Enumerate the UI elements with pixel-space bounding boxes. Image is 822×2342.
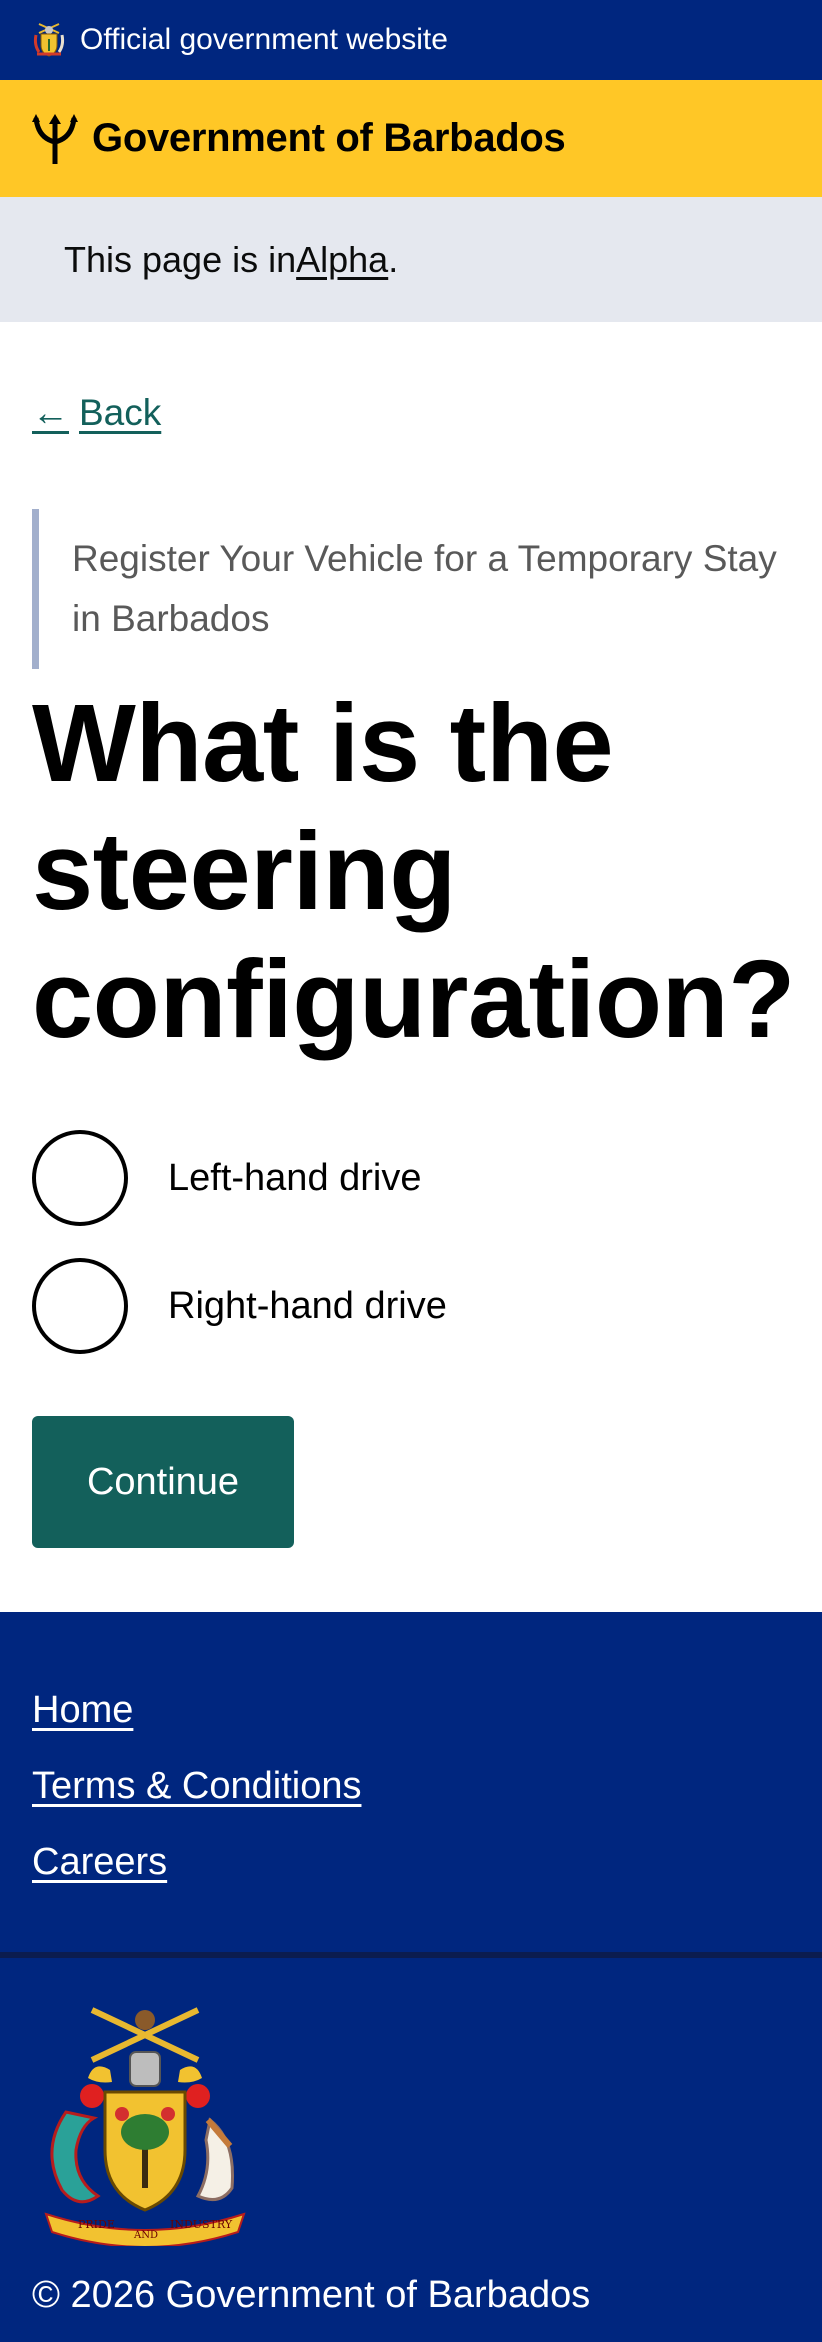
footer-divider [0,1952,822,1958]
trident-icon [32,113,78,164]
continue-button[interactable]: Continue [32,1416,294,1548]
motto-and: AND [133,2230,158,2241]
barbados-crest-icon [33,23,65,57]
radio-button-left-hand-drive[interactable] [32,1130,128,1226]
phase-banner: This page is in Alpha. [0,197,822,322]
footer-nav: Home Terms & Conditions Careers [32,1672,361,1900]
radio-button-right-hand-drive[interactable] [32,1258,128,1354]
coat-of-arms-icon: PRIDE AND INDUSTRY [44,2007,246,2246]
official-website-text: Official government website [80,23,448,56]
back-link[interactable]: ← Back [32,392,161,434]
site-brand-name[interactable]: Government of Barbados [92,116,566,161]
phase-suffix: . [388,238,399,280]
phase-prefix: This page is in [64,238,297,280]
site-header: Official government website Government o… [0,0,822,197]
official-government-banner: Official government website [0,0,822,80]
phase-tag-link[interactable]: Alpha [296,239,388,281]
radio-label-left-hand-drive[interactable]: Left-hand drive [168,1157,422,1200]
footer-link-terms[interactable]: Terms & Conditions [32,1748,361,1824]
radio-option-left-hand-drive[interactable]: Left-hand drive [32,1130,422,1226]
back-link-label: Back [79,392,162,433]
back-arrow-icon: ← [32,392,69,433]
copyright-text: © 2026 Government of Barbados [32,2274,591,2316]
main-content: ← Back Register Your Vehicle for a Tempo… [0,322,822,1612]
footer-link-careers[interactable]: Careers [32,1824,361,1900]
radio-option-right-hand-drive[interactable]: Right-hand drive [32,1258,447,1354]
radio-label-right-hand-drive[interactable]: Right-hand drive [168,1285,447,1328]
page-title: What is the steering configuration? [32,682,795,1061]
footer-link-home[interactable]: Home [32,1672,361,1748]
motto-industry: INDUSTRY [170,2218,233,2231]
brand-bar: Government of Barbados [0,80,822,197]
motto-pride: PRIDE [78,2218,115,2231]
site-footer: Home Terms & Conditions Careers PRIDE AN… [0,1612,822,2342]
service-caption: Register Your Vehicle for a Temporary St… [32,509,790,669]
